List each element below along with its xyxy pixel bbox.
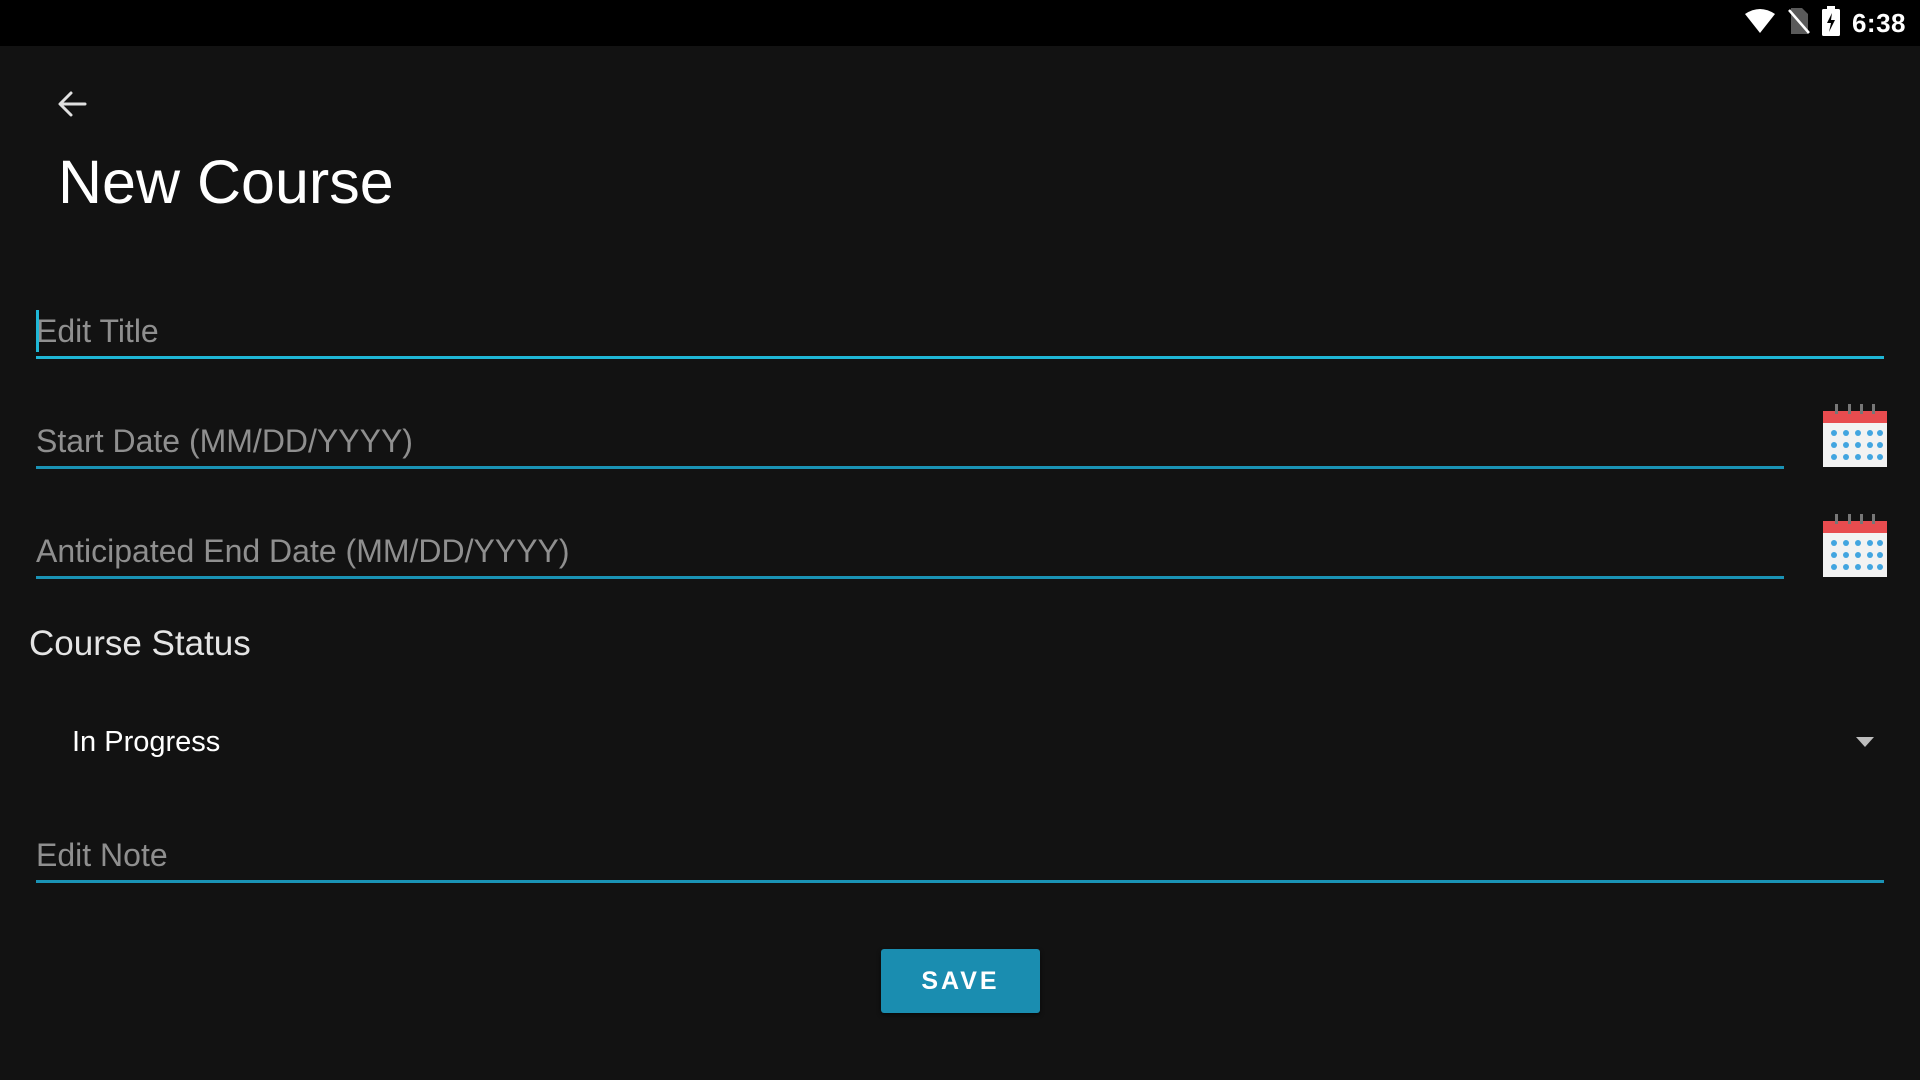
- status-bar: 6:38: [0, 0, 1920, 46]
- note-input[interactable]: [36, 837, 1884, 874]
- back-button[interactable]: [48, 82, 96, 130]
- course-status-dropdown[interactable]: In Progress: [36, 712, 1886, 778]
- page-title: New Course: [58, 148, 394, 216]
- status-time: 6:38: [1851, 7, 1906, 38]
- end-date-calendar-button[interactable]: [1822, 512, 1888, 578]
- calendar-icon: [1822, 514, 1888, 582]
- no-sim-icon: [1788, 7, 1810, 40]
- calendar-icon: [1822, 404, 1888, 472]
- end-date-field-container: [36, 520, 1784, 579]
- title-input[interactable]: [36, 313, 1884, 350]
- wifi-icon: [1744, 8, 1776, 39]
- start-date-calendar-button[interactable]: [1822, 402, 1888, 468]
- status-icons: 6:38: [1744, 0, 1906, 46]
- dropdown-arrow-icon: [1856, 737, 1874, 747]
- start-date-field-container: [36, 410, 1784, 469]
- text-cursor: [36, 310, 39, 352]
- arrow-back-icon: [56, 88, 88, 125]
- battery-charging-icon: [1821, 5, 1840, 41]
- note-field-container: [36, 824, 1884, 883]
- save-button[interactable]: SAVE: [881, 949, 1040, 1013]
- title-field-container: [36, 300, 1884, 359]
- course-status-label: Course Status: [29, 624, 251, 663]
- course-status-selected: In Progress: [72, 726, 221, 758]
- start-date-input[interactable]: [36, 423, 1784, 460]
- end-date-input[interactable]: [36, 533, 1784, 570]
